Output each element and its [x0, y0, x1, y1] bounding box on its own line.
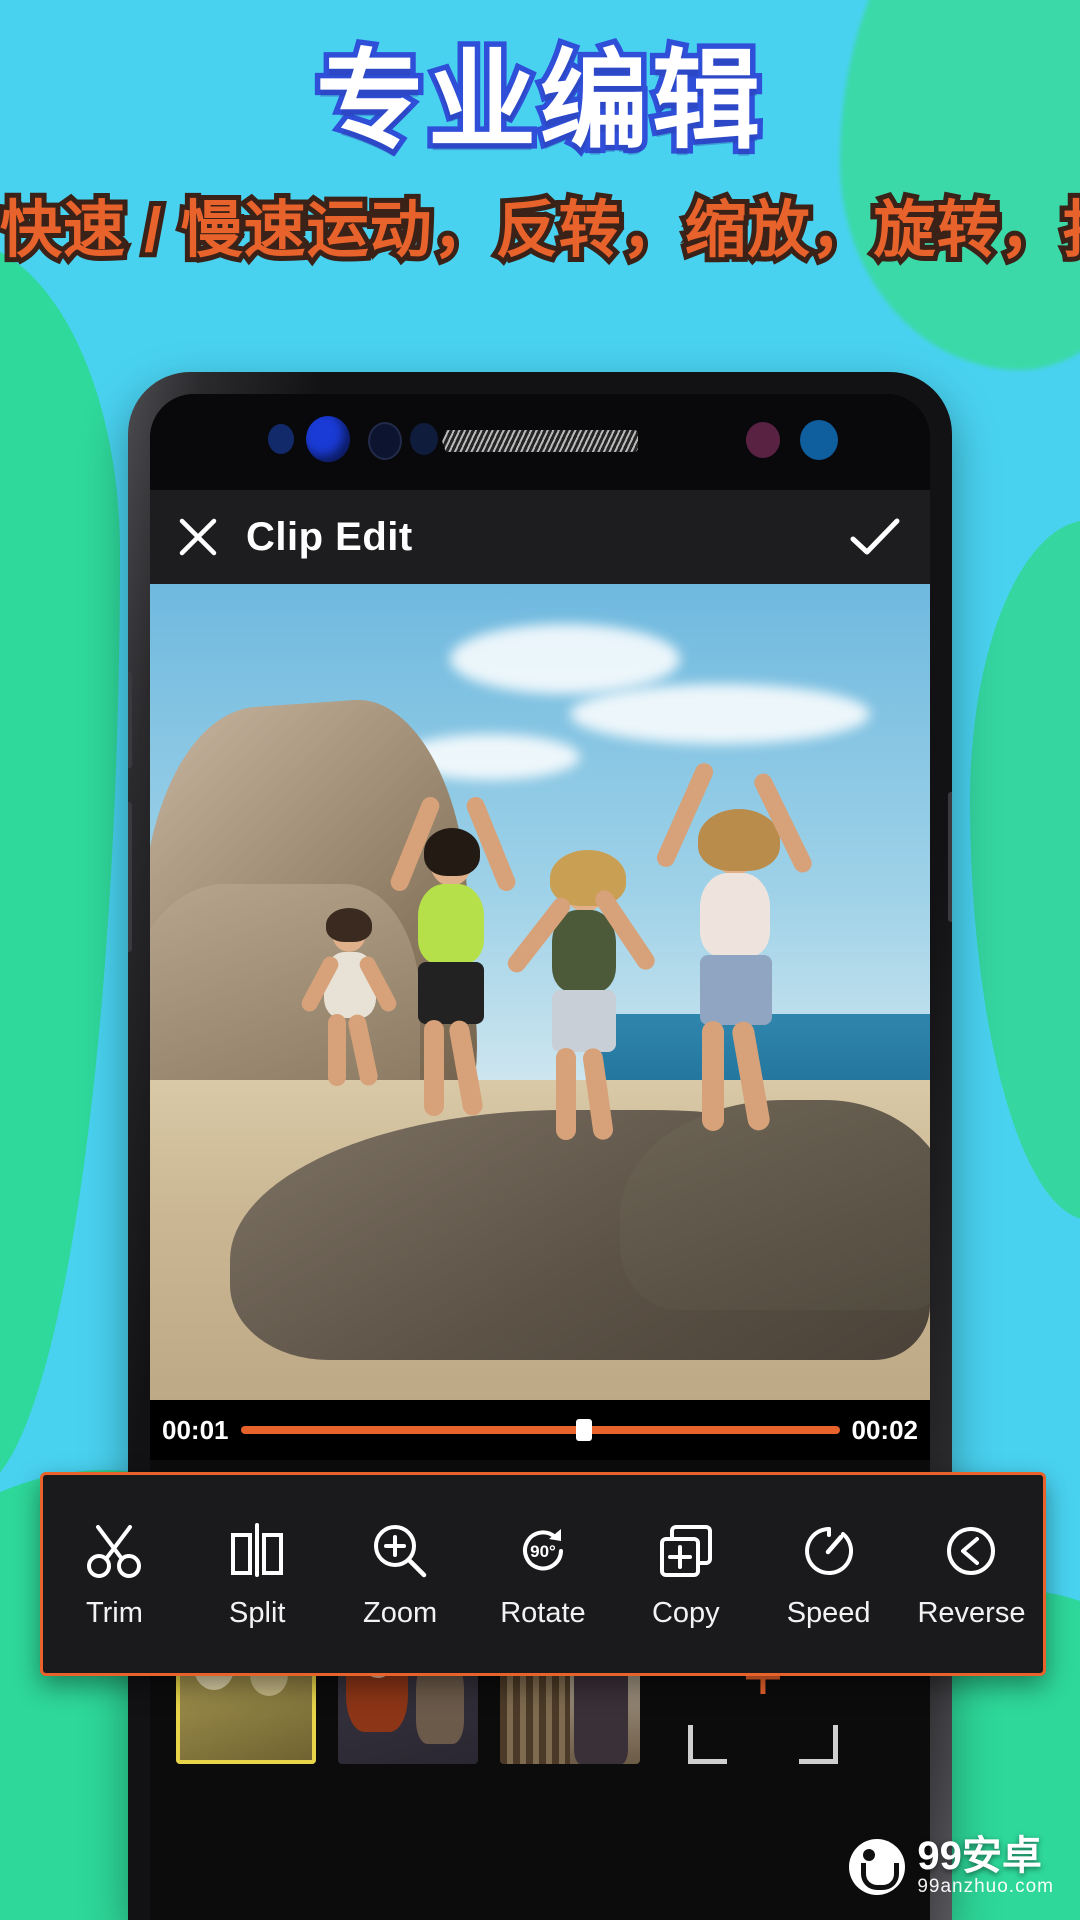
page-title: Clip Edit — [246, 514, 413, 559]
speedometer-icon — [804, 1526, 853, 1575]
tool-split[interactable]: Split — [193, 1519, 321, 1630]
close-icon — [179, 518, 217, 556]
confirm-button[interactable] — [820, 515, 930, 559]
check-icon — [850, 518, 900, 555]
tool-rotate[interactable]: 90° Rotate — [479, 1519, 607, 1630]
phone-side-button-volume — [128, 802, 132, 952]
tool-label: Rotate — [500, 1596, 586, 1629]
frame-corner — [688, 1725, 727, 1764]
promo-title: 专业编辑 — [310, 38, 765, 163]
phone-mockup: Clip Edit 00:01 00:02 + — [128, 372, 952, 1920]
timeline-start-time: 00:01 — [162, 1414, 229, 1445]
video-preview[interactable] — [150, 584, 930, 1400]
tool-label: Reverse — [917, 1596, 1026, 1629]
tool-trim[interactable]: Trim — [50, 1519, 178, 1630]
decor-blob-left — [0, 240, 120, 1490]
preview-cloud — [570, 684, 870, 744]
sensor-dot-right — [746, 422, 780, 458]
phone-screen: Clip Edit 00:01 00:02 + — [150, 394, 930, 1920]
close-button[interactable] — [150, 516, 246, 558]
phone-side-button-top — [128, 672, 132, 768]
scissors-icon — [87, 1524, 142, 1578]
reverse-arrow-icon — [947, 1526, 996, 1575]
earpiece-speaker — [442, 430, 638, 452]
split-icon — [231, 1522, 284, 1577]
clip-edit-toolbar: Trim Split Zoom 90° Rotate Copy Speed Re… — [40, 1472, 1046, 1676]
app-header-bar: Clip Edit — [150, 490, 930, 584]
phone-side-button-power — [948, 792, 952, 922]
tool-reverse[interactable]: Reverse — [907, 1519, 1035, 1630]
frame-corner — [799, 1725, 838, 1764]
magnifier-plus-icon — [374, 1524, 427, 1577]
decor-blob-mid-right — [970, 520, 1080, 1220]
tool-label: Split — [229, 1596, 286, 1629]
timeline-track[interactable] — [240, 1419, 840, 1441]
promo-heading-group: 专业编辑 快速 / 慢速运动，反转，缩放，旋转，拆分 — [0, 38, 1080, 270]
tool-copy[interactable]: Copy — [622, 1519, 750, 1630]
timeline-end-time: 00:02 — [851, 1414, 919, 1445]
copy-plus-icon — [659, 1524, 712, 1577]
timeline-playhead[interactable] — [575, 1419, 592, 1441]
tool-label: Trim — [85, 1596, 143, 1629]
preview-cloud — [450, 624, 680, 694]
tool-label: Zoom — [363, 1596, 438, 1629]
tool-label: Copy — [651, 1596, 720, 1629]
tool-label: Speed — [786, 1596, 871, 1629]
proximity-sensor-icon — [410, 423, 438, 455]
phone-sensor-bar — [150, 394, 930, 490]
rotate-90-icon: 90° — [522, 1528, 563, 1570]
sensor-dot — [268, 424, 294, 454]
watermark-url: 99anzhuo.com — [917, 1876, 1054, 1897]
tool-zoom[interactable]: Zoom — [336, 1519, 464, 1630]
watermark-logo-icon — [849, 1839, 906, 1895]
playback-timeline[interactable]: 00:01 00:02 — [150, 1400, 930, 1460]
iris-sensor-icon — [368, 422, 402, 460]
tool-speed[interactable]: Speed — [765, 1519, 893, 1630]
svg-text:90°: 90° — [530, 1542, 556, 1561]
sensor-dot-far-right — [800, 420, 838, 460]
watermark: 99安卓 99anzhuo.com — [849, 1836, 1054, 1898]
promo-subtitle: 快速 / 慢速运动，反转，缩放，旋转，拆分 — [0, 191, 1080, 270]
watermark-name: 99安卓 — [917, 1834, 1042, 1878]
front-camera-icon — [306, 416, 350, 462]
